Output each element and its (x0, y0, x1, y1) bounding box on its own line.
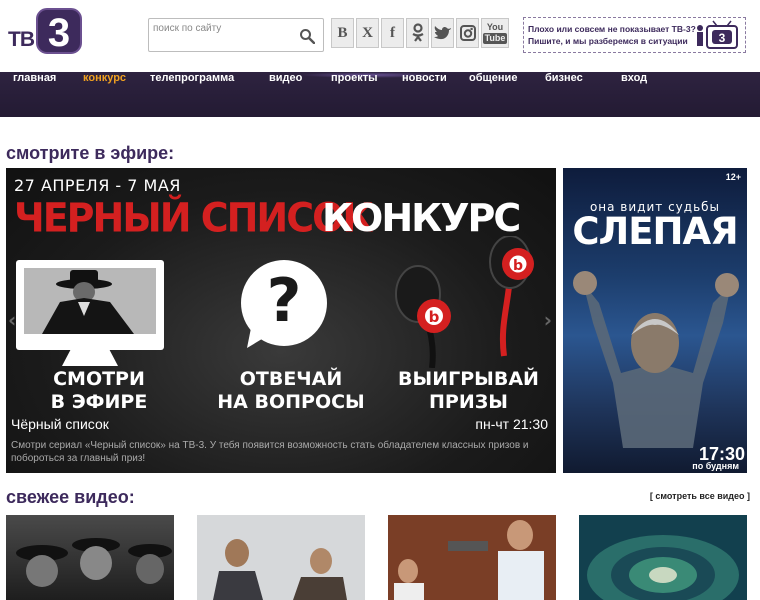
svg-text:3: 3 (719, 31, 726, 45)
video-thumbnail-1[interactable] (6, 515, 174, 600)
video-thumbnail-4[interactable] (579, 515, 747, 600)
question-mark: ? (266, 266, 302, 336)
side-title: СЛЕПАЯ (572, 210, 738, 253)
step-win: ВЫИГРЫВАЙ ПРИЗЫ (391, 368, 546, 414)
site-header: ТВ 3 В X f (0, 0, 760, 72)
step-win-line-2: ПРИЗЫ (429, 391, 508, 413)
main-promo-banner[interactable]: 27 АПРЕЛЯ - 7 МАЯ ЧЕРНЫЙ СПИСОК КОНКУРС … (6, 168, 556, 473)
all-videos-link[interactable]: [ смотреть все видео ] (650, 491, 750, 501)
twitter-icon[interactable] (431, 18, 454, 48)
carousel-prev-arrow[interactable]: ‹ (8, 308, 16, 332)
vk-icon[interactable]: В (331, 18, 354, 48)
soldiers-image (16, 538, 172, 587)
twitter-bird (433, 26, 451, 40)
banner-schedule: пн-чт 21:30 (475, 416, 548, 432)
search-box (148, 18, 324, 52)
step-watch-line-2: В ЭФИРЕ (50, 391, 148, 413)
tv3-logo[interactable]: ТВ 3 (8, 8, 82, 56)
nav-item-home[interactable]: главная (13, 72, 56, 117)
blind-woman-illustration (573, 271, 739, 448)
facebook-icon[interactable]: f (381, 18, 404, 48)
step-answer: ОТВЕЧАЙ НА ВОПРОСЫ (211, 368, 371, 414)
social-links: В X f You Tube (331, 18, 509, 50)
youtube-icon[interactable]: You Tube (481, 18, 509, 48)
step-watch: СМОТРИ В ЭФИРЕ (34, 368, 164, 414)
svg-text:b: b (513, 258, 523, 274)
atlantis-map-image (579, 515, 747, 600)
broadcast-problem-notice[interactable]: Плохо или совсем не показывает ТВ-3? Пиш… (523, 17, 746, 53)
step-watch-line-1: СМОТРИ (53, 368, 145, 390)
banner-show-name: Чёрный список (11, 416, 109, 432)
side-promo-banner[interactable]: 12+ она видит судьбы СЛЕПАЯ 17:30 по буд… (563, 168, 747, 473)
instagram-glyph (459, 25, 476, 41)
banner-title-red: ЧЕРНЫЙ СПИСОК (14, 194, 373, 242)
logo-digit: 3 (36, 8, 82, 55)
banner-description: Смотри сериал «Черный список» на ТВ-3. У… (11, 440, 529, 464)
nav-item-community[interactable]: общение (469, 72, 517, 117)
notice-text: Плохо или совсем не показывает ТВ-3? Пиш… (528, 23, 696, 47)
nav-item-business[interactable]: бизнес (545, 72, 583, 117)
odnoklassniki-glyph (411, 23, 424, 42)
tv-monitor-illustration (16, 260, 164, 366)
search-icon[interactable] (299, 28, 315, 44)
youtube-text-bottom: Tube (482, 32, 508, 44)
nav-item-tv-program[interactable]: телепрограмма (150, 72, 234, 117)
man-in-hat-illustration (24, 268, 156, 334)
svg-text:b: b (429, 308, 440, 326)
men-in-snow-image (197, 515, 365, 600)
banner-title-white: КОНКУРС (322, 196, 521, 240)
logo-prefix: ТВ (8, 28, 35, 51)
tv-support-icon: 3 (697, 20, 738, 49)
odnoklassniki-icon[interactable] (406, 18, 429, 48)
carousel-next-arrow[interactable]: › (544, 308, 552, 332)
youtube-text-top: You (486, 21, 504, 32)
nav-item-contest[interactable]: конкурс (83, 72, 126, 117)
monitor-stand (62, 350, 118, 366)
x-icon[interactable]: X (356, 18, 379, 48)
nav-item-projects[interactable]: проекты (331, 72, 378, 117)
on-air-heading: смотрите в эфире: (6, 143, 175, 163)
nav-item-news[interactable]: новости (402, 72, 447, 117)
video-thumbnail-3[interactable] (388, 515, 556, 600)
notice-line-2: Пишите, и мы разберемся в ситуации (528, 36, 688, 46)
doctor-and-boy-image (388, 515, 556, 600)
age-rating-badge: 12+ (725, 172, 741, 182)
instagram-icon[interactable] (456, 18, 479, 48)
main-navigation: главная конкурс телепрограмма видео прое… (0, 72, 760, 117)
nav-item-video[interactable]: видео (269, 72, 302, 117)
headphones-prize-illustration: b b (395, 236, 534, 368)
fresh-video-heading: свежее видео: (6, 487, 135, 507)
side-days: по будням (692, 461, 739, 471)
question-bubble-icon: ? (241, 260, 327, 348)
banner-dates: 27 АПРЕЛЯ - 7 МАЯ (14, 176, 181, 195)
monitor-screen (24, 268, 156, 334)
step-answer-line-1: ОТВЕЧАЙ (239, 368, 343, 390)
video-thumbnail-2[interactable] (197, 515, 365, 600)
notice-line-1: Плохо или совсем не показывает ТВ-3? (528, 24, 696, 34)
nav-item-login[interactable]: вход (621, 72, 647, 117)
step-answer-line-2: НА ВОПРОСЫ (217, 391, 365, 413)
search-input[interactable] (153, 21, 293, 35)
step-win-line-1: ВЫИГРЫВАЙ (398, 368, 539, 390)
